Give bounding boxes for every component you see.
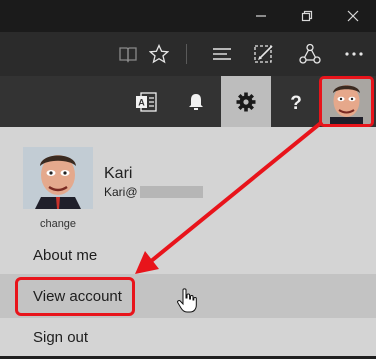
svg-text:?: ? xyxy=(290,93,302,112)
restore-icon xyxy=(301,10,313,22)
account-photo xyxy=(23,147,93,209)
web-note-icon xyxy=(254,45,273,63)
svg-text:A: A xyxy=(138,97,145,107)
toolbar-separator xyxy=(186,44,187,64)
profile-avatar-button[interactable] xyxy=(319,76,374,127)
window-title-bar xyxy=(0,0,376,32)
exchange-icon: A xyxy=(136,91,157,112)
notification-bell-icon xyxy=(189,93,203,110)
hand-cursor-icon xyxy=(177,288,197,313)
menu-item-sign-out[interactable]: Sign out xyxy=(0,315,376,359)
settings-button[interactable] xyxy=(221,76,271,127)
help-icon: ? xyxy=(290,93,302,112)
more-button[interactable] xyxy=(336,32,372,76)
hub-button[interactable] xyxy=(204,32,240,76)
profile-avatar-icon xyxy=(322,79,371,124)
account-menu: change Kari Kari@ About me View account … xyxy=(0,127,376,356)
share-button[interactable] xyxy=(292,32,328,76)
minimize-icon xyxy=(256,15,266,17)
notifications-button[interactable] xyxy=(171,76,221,127)
menu-item-label: About me xyxy=(33,246,98,264)
reading-view-icon xyxy=(119,47,137,63)
favorites-button[interactable] xyxy=(141,32,177,76)
exchange-button[interactable]: A xyxy=(121,76,171,127)
user-email: Kari@ xyxy=(104,185,138,199)
minimize-button[interactable] xyxy=(238,0,284,32)
close-icon xyxy=(347,10,359,22)
share-icon xyxy=(299,43,321,64)
restore-button[interactable] xyxy=(284,0,330,32)
help-button[interactable]: ? xyxy=(271,76,321,127)
view-account-highlight xyxy=(15,277,135,316)
settings-gear-icon xyxy=(236,92,256,111)
user-name: Kari xyxy=(104,165,133,182)
more-icon xyxy=(345,52,363,56)
browser-toolbar xyxy=(0,32,376,76)
web-note-button[interactable] xyxy=(246,32,282,76)
change-photo-link[interactable]: change xyxy=(23,218,93,230)
redacted-email-domain xyxy=(140,186,203,198)
menu-item-label: Sign out xyxy=(33,328,89,346)
close-button[interactable] xyxy=(330,0,376,32)
menu-item-about-me[interactable]: About me xyxy=(0,233,376,277)
hub-icon xyxy=(213,48,231,60)
user-photo-icon xyxy=(23,147,93,209)
favorite-star-icon xyxy=(149,44,169,64)
